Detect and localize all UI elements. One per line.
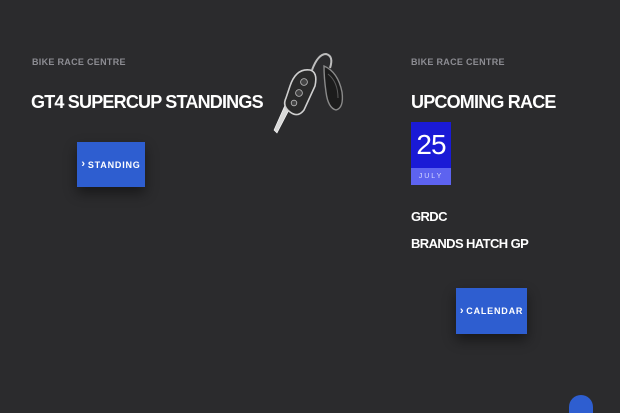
calendar-button[interactable]: › CALENDAR bbox=[456, 288, 527, 334]
chevron-right-icon: › bbox=[459, 304, 465, 317]
race-venue: BRANDS HATCH GP bbox=[411, 236, 529, 251]
left-eyebrow: BIKE RACE CENTRE bbox=[32, 57, 126, 67]
floating-action-button[interactable] bbox=[569, 395, 593, 413]
page: BIKE RACE CENTRE GT4 SUPERCUP STANDINGS … bbox=[0, 0, 620, 413]
race-date-month: JULY bbox=[411, 168, 451, 185]
chevron-right-icon: › bbox=[81, 158, 86, 170]
car-key-fob-icon bbox=[273, 52, 344, 134]
calendar-button-label: CALENDAR bbox=[466, 306, 524, 316]
race-date-day: 25 bbox=[411, 122, 451, 168]
standings-title: GT4 SUPERCUP STANDINGS bbox=[31, 92, 264, 112]
race-date-badge: 25 JULY bbox=[411, 122, 451, 185]
race-name: GRDC bbox=[411, 209, 447, 224]
standing-button-label: STANDING bbox=[87, 159, 141, 170]
upcoming-race-title: UPCOMING RACE bbox=[411, 92, 556, 112]
right-eyebrow: BIKE RACE CENTRE bbox=[411, 57, 505, 67]
standing-button[interactable]: › STANDING bbox=[77, 142, 145, 187]
